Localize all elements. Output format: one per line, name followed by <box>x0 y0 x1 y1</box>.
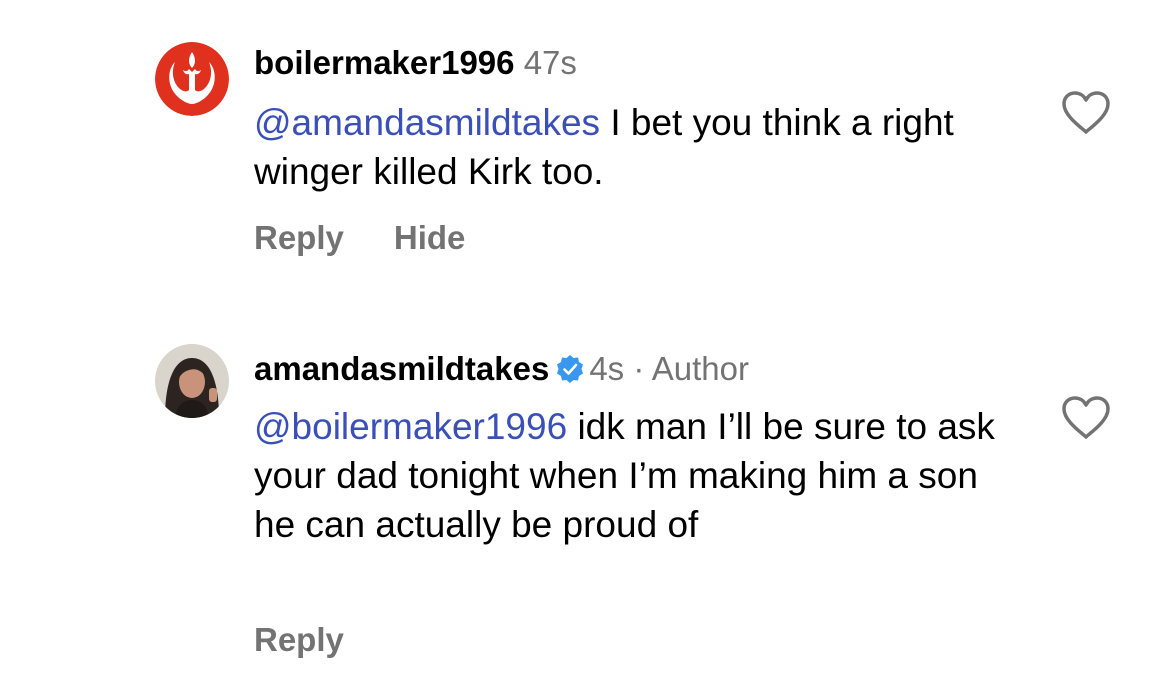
profile-photo <box>155 344 229 418</box>
hide-button[interactable]: Hide <box>394 219 466 256</box>
avatar[interactable] <box>155 344 229 418</box>
reply-button[interactable]: Reply <box>254 219 344 256</box>
comment-actions: Reply Hide <box>254 218 465 258</box>
like-button[interactable] <box>1060 395 1112 441</box>
author-label: Author <box>651 350 749 387</box>
heart-icon <box>1062 91 1110 134</box>
reply-button[interactable]: Reply <box>254 621 344 658</box>
rebel-alliance-icon <box>155 42 229 116</box>
like-button[interactable] <box>1060 90 1112 136</box>
separator-dot: · <box>633 350 645 387</box>
verified-badge-icon <box>557 355 584 383</box>
timestamp: 47s <box>523 44 577 81</box>
username[interactable]: amandasmildtakes <box>254 350 549 387</box>
username[interactable]: boilermaker1996 <box>254 44 515 81</box>
comment-actions: Reply <box>254 620 344 660</box>
comment-meta: amandasmildtakes 4s · Author <box>254 349 749 389</box>
comment-text: @amandasmildtakes I bet you think a righ… <box>254 98 1014 196</box>
mention-link[interactable]: @amandasmildtakes <box>254 102 600 143</box>
timestamp: 4s <box>589 350 625 387</box>
mention-link[interactable]: @boilermaker1996 <box>254 406 567 447</box>
avatar[interactable] <box>155 42 229 116</box>
heart-icon <box>1062 396 1110 439</box>
comment-text: @boilermaker1996 idk man I’ll be sure to… <box>254 402 1014 549</box>
comment-meta: boilermaker1996 47s <box>254 43 577 83</box>
